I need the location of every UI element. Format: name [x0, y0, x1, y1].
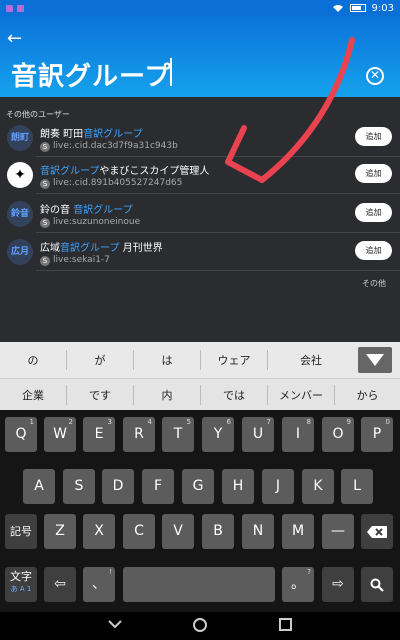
user-name: 音訳グループやまびこスカイプ管理人 — [40, 166, 210, 177]
skype-icon: S — [40, 218, 50, 228]
suggestion-item[interactable]: から — [335, 379, 400, 410]
suggestion-item[interactable]: です — [67, 379, 133, 410]
divider — [36, 232, 400, 233]
input-mode-label: 文字 — [10, 570, 32, 583]
key-n[interactable]: N — [242, 514, 274, 549]
avatar: 広月 — [7, 239, 33, 265]
input-mode-key[interactable]: 文字 あ A 1 — [5, 567, 37, 602]
avatar: ✦ — [7, 162, 33, 188]
key-s[interactable]: S — [63, 469, 95, 504]
key-h[interactable]: H — [222, 469, 254, 504]
key-f[interactable]: F — [142, 469, 174, 504]
wifi-icon — [332, 4, 343, 12]
avatar: 鈴音 — [7, 201, 33, 227]
backspace-icon — [367, 526, 387, 538]
app-notification-icon — [17, 4, 24, 12]
key-y[interactable]: Y6 — [202, 417, 234, 452]
section-header: その他のユーザー — [6, 110, 70, 119]
key-c[interactable]: C — [123, 514, 155, 549]
suggestion-item[interactable]: 会社 — [268, 342, 354, 378]
input-mode-sub: あ A 1 — [10, 585, 32, 593]
user-name: 鈴の音 音訳グループ — [40, 205, 133, 216]
search-key[interactable] — [361, 567, 393, 602]
app-notification-icon — [6, 4, 13, 12]
arrow-right-icon: ⇨ — [332, 576, 344, 592]
software-keyboard: Q1 W2 E3 R4 T5 Y6 U7 I8 O9 P0 A S D F G … — [0, 410, 400, 612]
user-id: Slive:.cid.891b405527247d65 — [40, 178, 182, 189]
key-k[interactable]: K — [302, 469, 334, 504]
key-b[interactable]: B — [202, 514, 234, 549]
key-v[interactable]: V — [162, 514, 194, 549]
system-nav-bar — [0, 612, 400, 640]
key-z[interactable]: Z — [44, 514, 76, 549]
battery-icon — [349, 4, 366, 12]
cursor-left-key[interactable]: ⇦ — [44, 567, 76, 602]
divider — [36, 270, 400, 271]
suggestion-item[interactable]: ウェア — [201, 342, 267, 378]
suggestion-bar: の が は ウェア 会社 — [0, 342, 400, 378]
add-contact-button[interactable]: 追加 — [355, 241, 392, 260]
user-row[interactable]: 広月 広域音訳グループ 月刊世界 Slive:sekai1-7 追加 — [0, 235, 400, 271]
suggestion-item[interactable]: 内 — [134, 379, 200, 410]
user-name: 朗奏 町田音訳グループ — [40, 129, 143, 140]
cursor-right-key[interactable]: ⇨ — [322, 567, 354, 602]
skype-icon: S — [40, 179, 50, 189]
key-w[interactable]: W2 — [44, 417, 76, 452]
key-dash[interactable]: — — [322, 514, 354, 549]
skype-icon: S — [40, 256, 50, 266]
key-q[interactable]: Q1 — [5, 417, 37, 452]
key-l[interactable]: L — [341, 469, 373, 504]
key-e[interactable]: E3 — [83, 417, 115, 452]
nav-back-chevron-icon[interactable] — [108, 619, 122, 629]
key-m[interactable]: M — [282, 514, 314, 549]
suggestion-item[interactable]: が — [67, 342, 133, 378]
key-p[interactable]: P0 — [361, 417, 393, 452]
key-d[interactable]: D — [102, 469, 134, 504]
more-link[interactable]: その他 — [362, 278, 386, 289]
user-name: 広域音訳グループ 月刊世界 — [40, 243, 163, 254]
symbols-key[interactable]: 記号 — [5, 514, 37, 549]
period-key[interactable]: 。? — [282, 567, 314, 602]
avatar: 朗町 — [7, 125, 33, 151]
key-i[interactable]: I8 — [282, 417, 314, 452]
collapse-suggestions-icon[interactable] — [358, 347, 392, 373]
key-t[interactable]: T5 — [162, 417, 194, 452]
space-key[interactable] — [123, 567, 275, 602]
suggestion-item[interactable]: では — [201, 379, 267, 410]
key-g[interactable]: G — [182, 469, 214, 504]
status-bar: 9:03 — [0, 0, 400, 16]
user-id: Slive:.cid.dac3d7f9a31c943b — [40, 141, 178, 152]
key-a[interactable]: A — [23, 469, 55, 504]
suggestion-item[interactable]: の — [0, 342, 66, 378]
comma-key[interactable]: 、! — [83, 567, 115, 602]
text-cursor — [170, 58, 172, 86]
key-u[interactable]: U7 — [242, 417, 274, 452]
user-id: Slive:sekai1-7 — [40, 255, 110, 266]
search-input[interactable]: 音訳グループ — [11, 56, 171, 93]
suggestion-item[interactable]: は — [134, 342, 200, 378]
user-id: Slive:suzunoneinoue — [40, 217, 140, 228]
arrow-left-icon: ⇦ — [54, 576, 66, 592]
suggestion-bar: 企業 です 内 では メンバー から — [0, 378, 400, 410]
suggestion-item[interactable]: メンバー — [268, 379, 334, 410]
add-contact-button[interactable]: 追加 — [355, 203, 392, 222]
backspace-key[interactable] — [361, 514, 393, 549]
home-icon[interactable] — [192, 617, 208, 633]
suggestion-item[interactable]: 企業 — [0, 379, 66, 410]
user-row[interactable]: 鈴音 鈴の音 音訳グループ Slive:suzunoneinoue 追加 — [0, 197, 400, 233]
skype-icon: S — [40, 142, 50, 152]
search-icon — [370, 578, 384, 592]
key-o[interactable]: O9 — [322, 417, 354, 452]
back-arrow-icon[interactable]: ← — [7, 30, 22, 48]
key-r[interactable]: R4 — [123, 417, 155, 452]
status-time: 9:03 — [371, 2, 394, 14]
key-j[interactable]: J — [262, 469, 294, 504]
recent-apps-icon[interactable] — [279, 618, 292, 631]
annotation-arrow-icon — [225, 37, 355, 183]
key-x[interactable]: X — [83, 514, 115, 549]
